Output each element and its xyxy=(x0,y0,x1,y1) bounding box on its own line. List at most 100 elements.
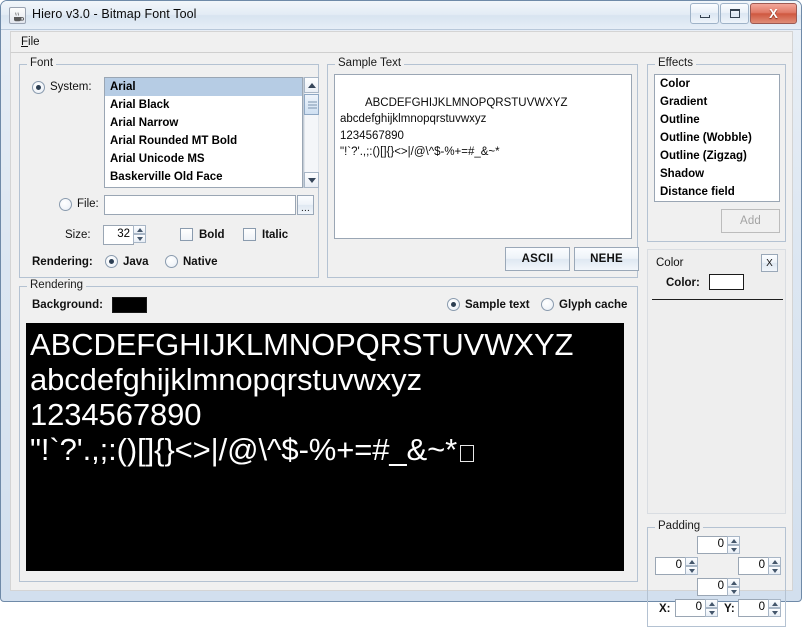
window-controls: X xyxy=(689,3,797,25)
glyph-render-canvas[interactable]: ABCDEFGHIJKLMNOPQRSTUVWXYZ abcdefghijklmn… xyxy=(26,323,624,571)
font-list-item[interactable]: Baskerville Old Face xyxy=(105,168,302,186)
close-icon: X xyxy=(769,6,778,21)
effect-config-close-button[interactable]: X xyxy=(761,254,778,272)
scroll-down-button[interactable] xyxy=(304,172,319,188)
bold-checkbox[interactable] xyxy=(180,228,193,241)
system-font-list-body: Arial Arial Black Arial Narrow Arial Rounde… xyxy=(105,78,302,186)
sample-text-panel: Sample Text ABCDEFGHIJKLMNOPQRSTUVWXYZ a… xyxy=(327,57,639,278)
font-list-item[interactable]: Arial Rounded MT Bold xyxy=(105,132,302,150)
view-sample-text-label: Sample text xyxy=(465,299,530,311)
padding-x-decrement[interactable] xyxy=(705,608,718,617)
effect-config-panel: Color X Color: xyxy=(647,249,786,514)
caret-down-icon xyxy=(731,548,737,552)
caret-down-icon xyxy=(709,611,715,615)
title-bar: Hiero v3.0 - Bitmap Font Tool X xyxy=(1,1,801,30)
window-title: Hiero v3.0 - Bitmap Font Tool xyxy=(32,7,197,21)
padding-x-label: X: xyxy=(659,603,671,615)
effect-config-title: Color xyxy=(656,257,684,269)
padding-y-decrement[interactable] xyxy=(768,608,781,617)
close-button[interactable]: X xyxy=(750,3,797,24)
view-sample-text-radio[interactable] xyxy=(447,298,460,311)
rendering-java-radio[interactable] xyxy=(105,255,118,268)
font-list-item[interactable]: Arial Black xyxy=(105,96,302,114)
caret-down-icon xyxy=(731,590,737,594)
font-size-increment[interactable] xyxy=(133,225,146,234)
add-effect-button[interactable]: Add xyxy=(721,209,780,233)
padding-x-increment[interactable] xyxy=(705,599,718,608)
font-list-item[interactable]: Arial Narrow xyxy=(105,114,302,132)
padding-right-decrement[interactable] xyxy=(768,566,781,575)
padding-top-increment[interactable] xyxy=(727,536,740,545)
padding-bottom-spinner[interactable]: 0 xyxy=(697,578,741,596)
font-panel-title: Font xyxy=(27,57,57,69)
font-file-browse-button[interactable]: ... xyxy=(297,195,314,215)
padding-top-spinner[interactable]: 0 xyxy=(697,536,741,554)
effects-list[interactable]: Color Gradient Outline Outline (Wobble) Outl… xyxy=(654,74,780,202)
scroll-up-button[interactable] xyxy=(304,77,319,93)
rendering-panel: Rendering Background: Sample text Glyph … xyxy=(19,279,638,582)
padding-bottom-increment[interactable] xyxy=(727,578,740,587)
system-font-list[interactable]: Arial Arial Black Arial Narrow Arial Rounde… xyxy=(104,77,303,188)
effect-list-item[interactable]: Distance field xyxy=(655,183,779,201)
font-list-scrollbar[interactable] xyxy=(303,77,319,188)
maximize-icon xyxy=(729,9,740,18)
effect-list-item[interactable]: Shadow xyxy=(655,165,779,183)
system-font-radio[interactable] xyxy=(32,81,45,94)
file-font-radio[interactable] xyxy=(59,198,72,211)
minimize-icon xyxy=(699,14,710,18)
effect-color-label: Color: xyxy=(666,277,700,289)
padding-left-increment[interactable] xyxy=(685,557,698,566)
maximize-button[interactable] xyxy=(720,3,749,24)
padding-top-decrement[interactable] xyxy=(727,545,740,554)
italic-checkbox[interactable] xyxy=(243,228,256,241)
font-size-value[interactable]: 32 xyxy=(103,225,134,245)
caret-down-icon xyxy=(689,569,695,573)
effect-list-item[interactable]: Outline (Wobble) xyxy=(655,129,779,147)
padding-right-value[interactable]: 0 xyxy=(738,557,769,575)
nehe-button[interactable]: NEHE xyxy=(574,247,639,271)
effect-list-item[interactable]: Color xyxy=(655,75,779,93)
padding-left-value[interactable]: 0 xyxy=(655,557,686,575)
ascii-button[interactable]: ASCII xyxy=(505,247,570,271)
minimize-button[interactable] xyxy=(690,3,719,24)
font-size-spinner[interactable]: 32 xyxy=(103,225,147,245)
rendering-native-radio[interactable] xyxy=(165,255,178,268)
font-list-item[interactable]: Arial Unicode MS xyxy=(105,150,302,168)
scrollbar-thumb[interactable] xyxy=(304,94,319,115)
effect-color-swatch[interactable] xyxy=(709,274,744,290)
background-color-swatch[interactable] xyxy=(112,297,147,313)
render-preview-text: ABCDEFGHIJKLMNOPQRSTUVWXYZ abcdefghijklmn… xyxy=(26,323,624,467)
padding-left-spinner[interactable]: 0 xyxy=(655,557,699,575)
caret-up-icon xyxy=(731,539,737,543)
rendering-mode-label: Rendering: xyxy=(32,256,93,268)
render-preview-line: ABCDEFGHIJKLMNOPQRSTUVWXYZ xyxy=(30,327,574,362)
sample-text-panel-title: Sample Text xyxy=(335,57,405,69)
effects-panel-title: Effects xyxy=(655,57,696,69)
render-preview-line: 1234567890 xyxy=(30,397,202,432)
padding-top-value[interactable]: 0 xyxy=(697,536,728,554)
bold-label: Bold xyxy=(199,229,225,241)
padding-bottom-decrement[interactable] xyxy=(727,587,740,596)
caret-down-icon xyxy=(772,569,778,573)
sample-text-content: ABCDEFGHIJKLMNOPQRSTUVWXYZ abcdefghijklm… xyxy=(340,96,568,159)
padding-y-increment[interactable] xyxy=(768,599,781,608)
italic-label: Italic xyxy=(262,229,289,241)
menu-bar: File xyxy=(10,31,793,53)
caret-up-icon xyxy=(137,228,143,232)
font-size-decrement[interactable] xyxy=(133,234,146,243)
view-glyph-cache-radio[interactable] xyxy=(541,298,554,311)
font-file-input[interactable] xyxy=(104,195,296,215)
padding-right-increment[interactable] xyxy=(768,557,781,566)
padding-right-spinner[interactable]: 0 xyxy=(738,557,782,575)
menu-file-mnemonic: F xyxy=(21,36,29,48)
effect-list-item[interactable]: Outline (Zigzag) xyxy=(655,147,779,165)
application-window: Hiero v3.0 - Bitmap Font Tool X File Fon… xyxy=(0,0,802,627)
padding-left-decrement[interactable] xyxy=(685,566,698,575)
padding-bottom-value[interactable]: 0 xyxy=(697,578,728,596)
menu-item-file[interactable]: File xyxy=(17,35,44,49)
effect-list-item[interactable]: Gradient xyxy=(655,93,779,111)
rendering-panel-title: Rendering xyxy=(27,279,87,291)
sample-text-input[interactable]: ABCDEFGHIJKLMNOPQRSTUVWXYZ abcdefghijklm… xyxy=(334,74,632,239)
font-list-item[interactable]: Arial xyxy=(105,78,302,96)
effect-list-item[interactable]: Outline xyxy=(655,111,779,129)
